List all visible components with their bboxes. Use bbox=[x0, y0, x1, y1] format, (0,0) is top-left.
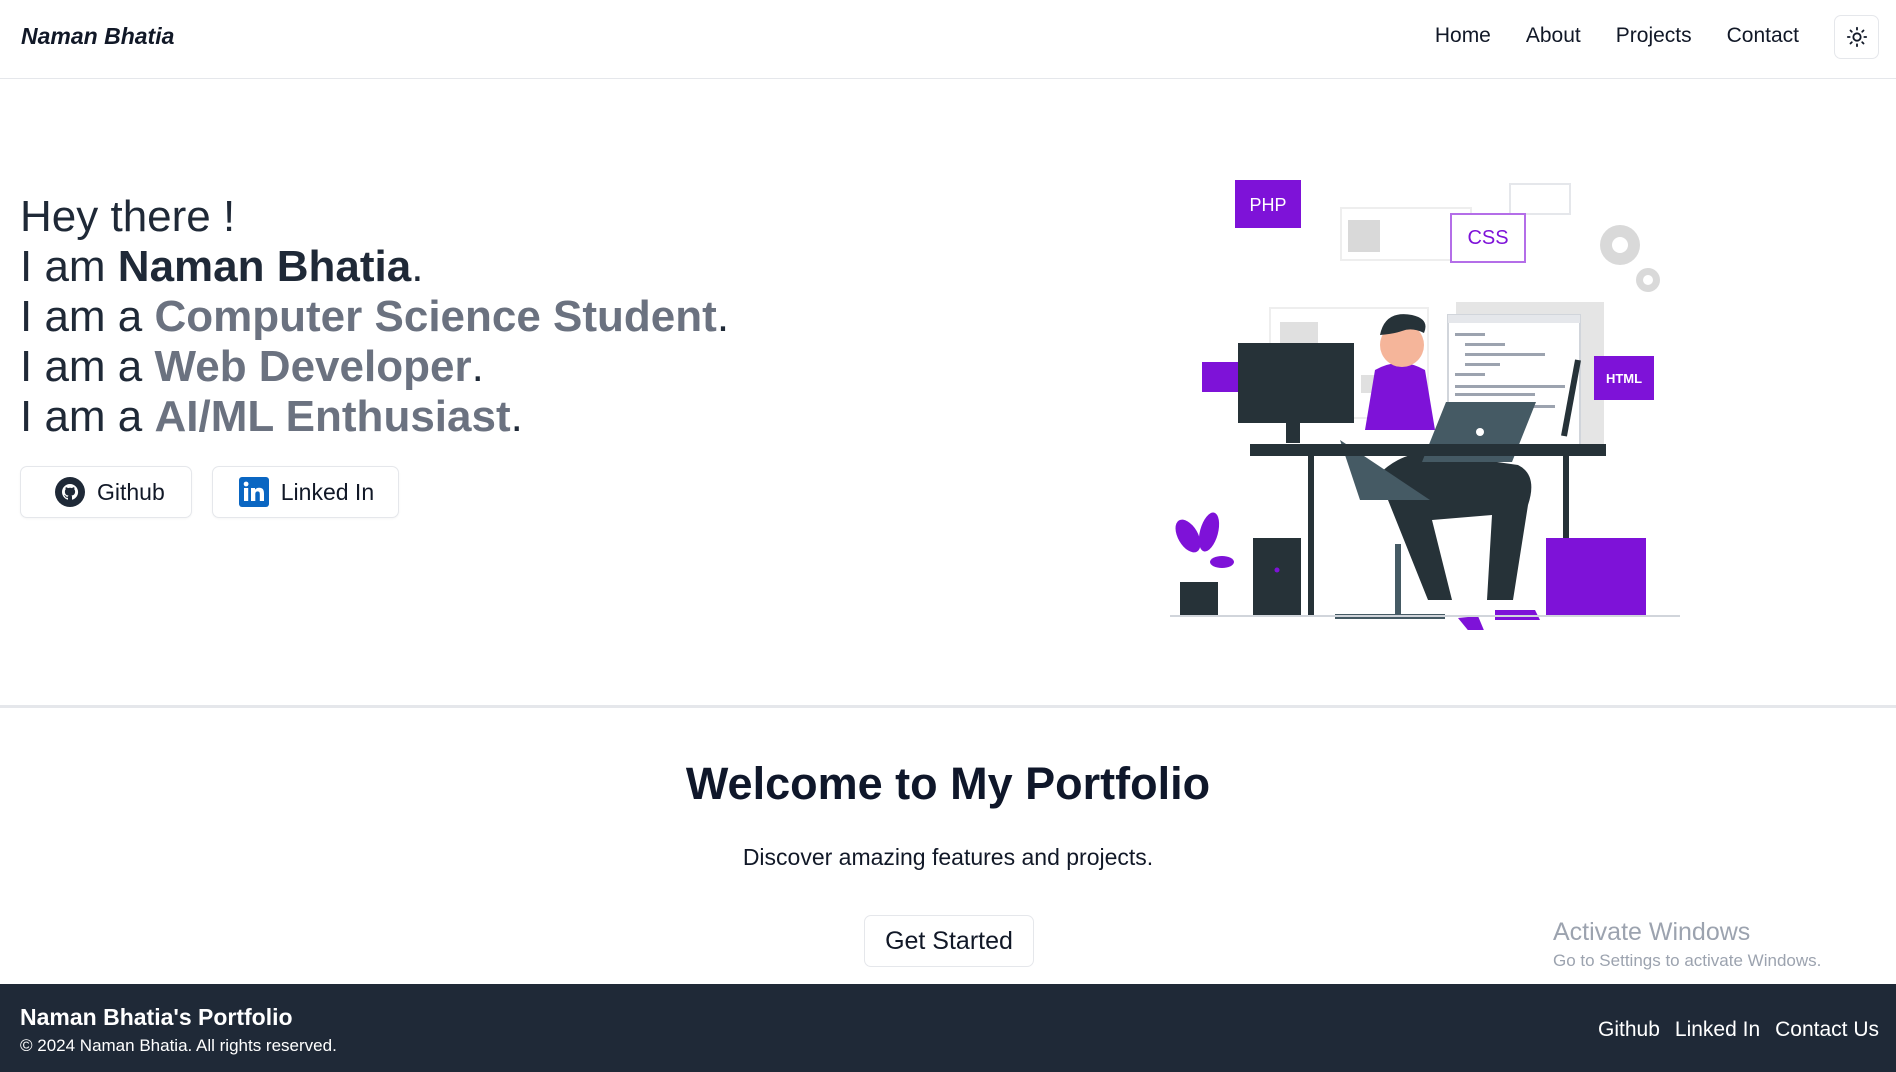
intro-prefix: I am a bbox=[20, 292, 155, 341]
intro-text: Hey there ! I am Naman Bhatia. I am a Co… bbox=[20, 192, 729, 442]
intro-name-line: I am Naman Bhatia. bbox=[20, 242, 729, 292]
get-started-button[interactable]: Get Started bbox=[864, 915, 1034, 967]
footer-links: Github Linked In Contact Us bbox=[1598, 1018, 1879, 1042]
intro-role-line: I am a Computer Science Student. bbox=[20, 292, 729, 342]
main-nav: Home About Projects Contact bbox=[1435, 24, 1799, 48]
intro-role: AI/ML Enthusiast bbox=[154, 392, 511, 441]
intro-role-line: I am a Web Developer. bbox=[20, 342, 729, 392]
nav-contact[interactable]: Contact bbox=[1727, 24, 1799, 48]
sun-icon bbox=[1846, 26, 1867, 48]
watermark-title: Activate Windows bbox=[1553, 918, 1751, 946]
intro-period: . bbox=[411, 242, 424, 291]
footer-link-linkedin[interactable]: Linked In bbox=[1675, 1018, 1760, 1042]
intro-prefix: I am a bbox=[20, 342, 155, 391]
developer-illustration: PHP CSS HTML bbox=[1170, 180, 1680, 630]
linkedin-button[interactable]: Linked In bbox=[211, 466, 400, 518]
footer-copyright: © 2024 Naman Bhatia. All rights reserved… bbox=[20, 1036, 337, 1055]
nav-home[interactable]: Home bbox=[1435, 24, 1491, 48]
github-icon bbox=[55, 477, 85, 507]
github-button[interactable]: Github bbox=[20, 466, 192, 518]
footer-link-github[interactable]: Github bbox=[1598, 1018, 1660, 1042]
welcome-title: Welcome to My Portfolio bbox=[685, 758, 1211, 809]
footer-title: Naman Bhatia's Portfolio bbox=[20, 1004, 293, 1030]
linkedin-label: Linked In bbox=[280, 478, 375, 505]
intro-role: Computer Science Student bbox=[154, 292, 717, 341]
watermark-subtitle: Go to Settings to activate Windows. bbox=[1553, 951, 1822, 970]
css-tag: CSS bbox=[1467, 227, 1508, 249]
site-header: Naman Bhatia Home About Projects Contact bbox=[0, 0, 1896, 79]
greeting: Hey there ! bbox=[20, 192, 236, 241]
intro-period: . bbox=[510, 392, 523, 441]
brand-logo[interactable]: Naman Bhatia bbox=[21, 23, 174, 50]
intro-role-line: I am a AI/ML Enthusiast. bbox=[20, 392, 729, 442]
php-tag: PHP bbox=[1249, 195, 1286, 215]
html-tag: HTML bbox=[1606, 371, 1642, 386]
intro-period: . bbox=[471, 342, 484, 391]
theme-toggle-button[interactable] bbox=[1834, 15, 1879, 59]
social-buttons: Github Linked In bbox=[20, 466, 400, 518]
hero-section: Hey there ! I am Naman Bhatia. I am a Co… bbox=[0, 80, 1896, 708]
welcome-subtitle: Discover amazing features and projects. bbox=[742, 844, 1154, 870]
activate-windows-watermark: Activate Windows Go to Settings to activ… bbox=[1553, 918, 1821, 971]
nav-about[interactable]: About bbox=[1526, 24, 1581, 48]
site-footer: Naman Bhatia's Portfolio © 2024 Naman Bh… bbox=[0, 984, 1896, 1072]
nav-projects[interactable]: Projects bbox=[1616, 24, 1692, 48]
intro-prefix: I am a bbox=[20, 392, 155, 441]
intro-role: Web Developer bbox=[154, 342, 472, 391]
footer-link-contact[interactable]: Contact Us bbox=[1775, 1018, 1879, 1042]
intro-period: . bbox=[716, 292, 730, 341]
intro-prefix: I am bbox=[20, 242, 118, 291]
intro-name: Naman Bhatia bbox=[117, 242, 412, 291]
github-label: Github bbox=[97, 478, 165, 505]
linkedin-icon bbox=[238, 477, 269, 507]
